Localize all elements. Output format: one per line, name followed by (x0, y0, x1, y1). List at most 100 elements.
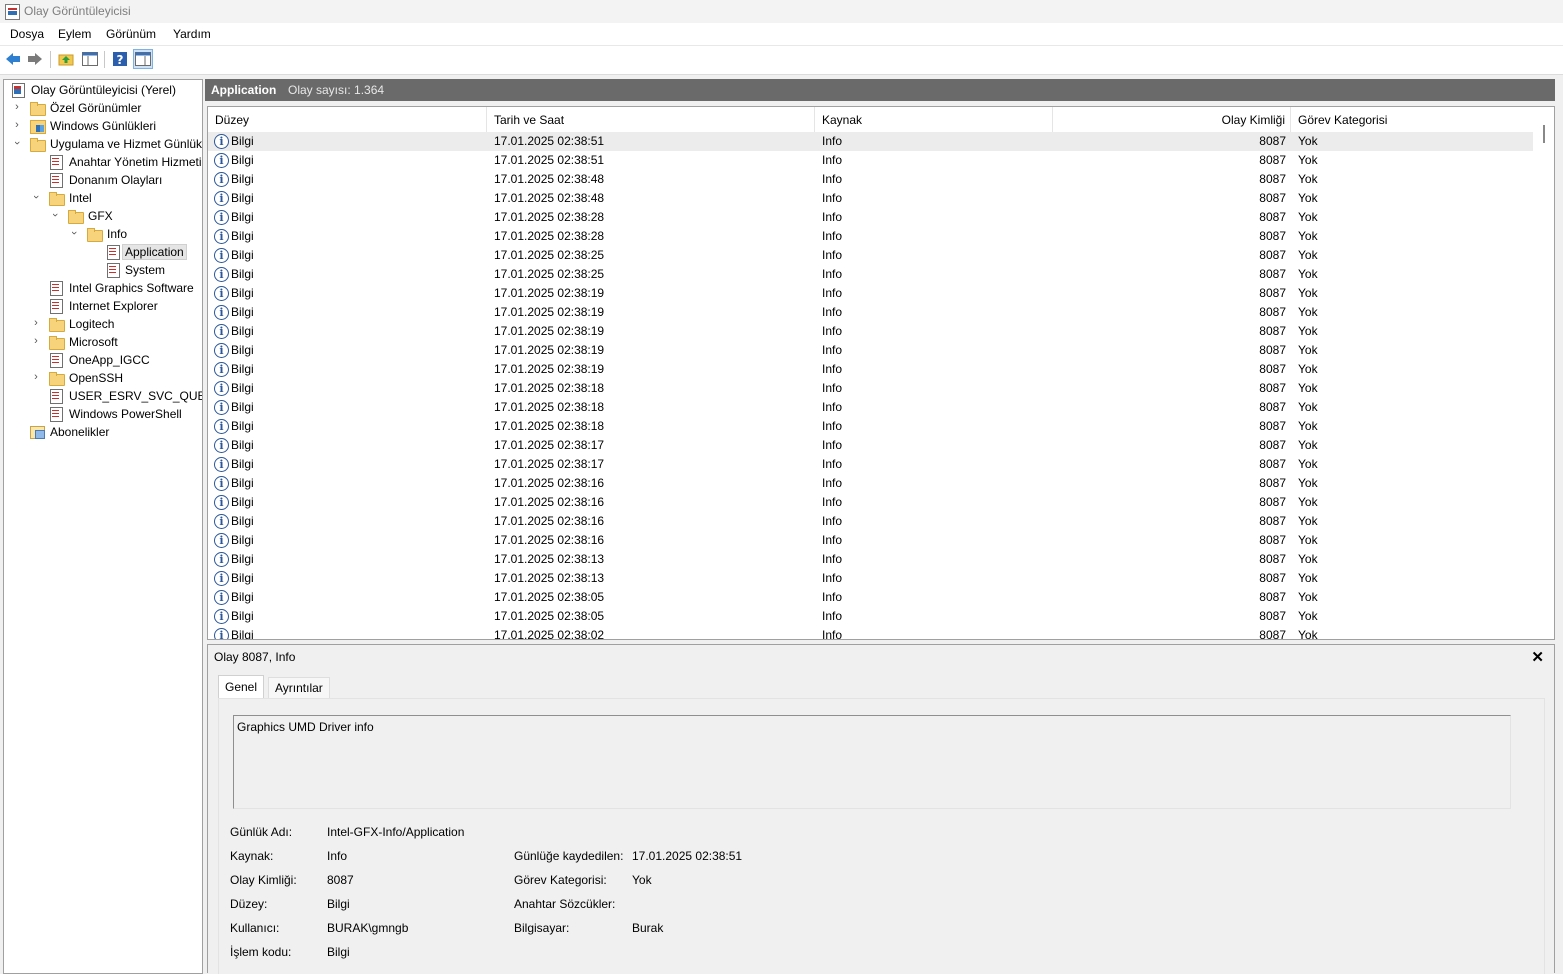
tree-node-microsoft[interactable]: › Microsoft (4, 333, 200, 351)
menu-dosya[interactable]: Dosya (10, 27, 44, 41)
column-header-task-category[interactable]: Görev Kategorisi (1291, 107, 1533, 132)
table-row[interactable]: i Bilgi 17.01.2025 02:38:19 Info 8087 Yok (208, 303, 1533, 322)
cell-task-category: Yok (1298, 134, 1318, 148)
menu-eylem[interactable]: Eylem (58, 27, 91, 41)
keywords-label: Anahtar Sözcükler: (514, 897, 616, 911)
cell-event-id: 8087 (1259, 134, 1286, 148)
column-header-level[interactable]: Düzey (208, 107, 487, 132)
cell-date: 17.01.2025 02:38:28 (494, 229, 605, 243)
tree-node-app-service-logs[interactable]: › Uygulama ve Hizmet Günlükleri (4, 135, 202, 153)
tree-node-subscriptions[interactable]: Abonelikler (4, 423, 200, 441)
table-row[interactable]: i Bilgi 17.01.2025 02:38:17 Info 8087 Yok (208, 455, 1533, 474)
tree-node-info[interactable]: › Info (4, 225, 200, 243)
tree-node-intel-graphics-software[interactable]: Intel Graphics Software (4, 279, 200, 297)
back-icon[interactable] (4, 50, 22, 68)
table-row[interactable]: i Bilgi 17.01.2025 02:38:16 Info 8087 Yok (208, 512, 1533, 531)
table-row[interactable]: i Bilgi 17.01.2025 02:38:48 Info 8087 Yok (208, 189, 1533, 208)
column-header-source[interactable]: Kaynak (815, 107, 1053, 132)
tab-genel[interactable]: Genel (218, 675, 265, 699)
table-row[interactable]: i Bilgi 17.01.2025 02:38:13 Info 8087 Yok (208, 550, 1533, 569)
chevron-right-icon[interactable]: › (31, 318, 41, 329)
cell-event-id: 8087 (1259, 533, 1286, 547)
cell-event-id: 8087 (1259, 628, 1286, 640)
event-message-box[interactable]: Graphics UMD Driver info (233, 715, 1511, 809)
cell-event-id: 8087 (1259, 381, 1286, 395)
column-header-event-id[interactable]: Olay Kimliği (1053, 107, 1291, 132)
chevron-right-icon[interactable]: › (31, 372, 41, 383)
info-icon: i (214, 248, 229, 263)
table-row[interactable]: i Bilgi 17.01.2025 02:38:28 Info 8087 Yok (208, 227, 1533, 246)
chevron-right-icon[interactable]: › (12, 102, 22, 113)
menu-yardim[interactable]: Yardım (173, 27, 211, 41)
table-row[interactable]: i Bilgi 17.01.2025 02:38:18 Info 8087 Yok (208, 398, 1533, 417)
table-row[interactable]: i Bilgi 17.01.2025 02:38:05 Info 8087 Yok (208, 588, 1533, 607)
tree-node-gfx[interactable]: › GFX (4, 207, 200, 225)
folder-icon (48, 316, 65, 332)
chevron-right-icon[interactable]: › (12, 120, 22, 131)
table-scrollbar[interactable] (1536, 107, 1553, 637)
table-row[interactable]: i Bilgi 17.01.2025 02:38:17 Info 8087 Yok (208, 436, 1533, 455)
table-row[interactable]: i Bilgi 17.01.2025 02:38:48 Info 8087 Yok (208, 170, 1533, 189)
chevron-down-icon[interactable]: › (68, 228, 80, 238)
cell-task-category: Yok (1298, 552, 1318, 566)
toolbar-separator (50, 51, 51, 68)
table-row[interactable]: i Bilgi 17.01.2025 02:38:05 Info 8087 Yok (208, 607, 1533, 626)
tree-node-logitech[interactable]: › Logitech (4, 315, 200, 333)
tree-node-user-esrv[interactable]: USER_ESRV_SVC_QUEENCREEK (4, 387, 202, 405)
menu-gorunum[interactable]: Görünüm (106, 27, 156, 41)
cell-event-id: 8087 (1259, 362, 1286, 376)
tree-node-hardware-events[interactable]: Donanım Olayları (4, 171, 200, 189)
table-row[interactable]: i Bilgi 17.01.2025 02:38:25 Info 8087 Yok (208, 246, 1533, 265)
log-icon (48, 352, 64, 368)
help-icon[interactable]: ? (111, 50, 129, 68)
table-row[interactable]: i Bilgi 17.01.2025 02:38:16 Info 8087 Yok (208, 531, 1533, 550)
close-icon[interactable]: ✕ (1531, 648, 1544, 666)
tree-node-oneapp-igcc[interactable]: OneApp_IGCC (4, 351, 200, 369)
tree-node-custom-views[interactable]: › Özel Görünümler (4, 99, 200, 117)
cell-event-id: 8087 (1259, 438, 1286, 452)
tree-node-openssh[interactable]: › OpenSSH (4, 369, 200, 387)
tab-ayrintilar[interactable]: Ayrıntılar (268, 677, 330, 698)
table-row[interactable]: i Bilgi 17.01.2025 02:38:28 Info 8087 Yok (208, 208, 1533, 227)
table-row[interactable]: i Bilgi 17.01.2025 02:38:19 Info 8087 Yok (208, 341, 1533, 360)
action-pane-icon[interactable] (133, 49, 153, 69)
cell-level: Bilgi (231, 153, 254, 167)
chevron-down-icon[interactable]: › (49, 210, 61, 220)
tree-node-windows-logs[interactable]: › Windows Günlükleri (4, 117, 200, 135)
tree-node-internet-explorer[interactable]: Internet Explorer (4, 297, 200, 315)
tree-node-application[interactable]: Application (4, 243, 200, 261)
table-row[interactable]: i Bilgi 17.01.2025 02:38:02 Info 8087 Yok (208, 626, 1533, 640)
table-row[interactable]: i Bilgi 17.01.2025 02:38:51 Info 8087 Yok (208, 151, 1533, 170)
chevron-down-icon[interactable]: › (30, 192, 42, 202)
tree-node-windows-powershell[interactable]: Windows PowerShell (4, 405, 200, 423)
info-icon: i (214, 400, 229, 415)
table-row[interactable]: i Bilgi 17.01.2025 02:38:19 Info 8087 Yok (208, 284, 1533, 303)
table-row[interactable]: i Bilgi 17.01.2025 02:38:18 Info 8087 Yok (208, 417, 1533, 436)
tree-node-intel[interactable]: › Intel (4, 189, 200, 207)
table-row[interactable]: i Bilgi 17.01.2025 02:38:51 Info 8087 Yok (208, 132, 1533, 151)
cell-task-category: Yok (1298, 628, 1318, 640)
chevron-right-icon[interactable]: › (31, 336, 41, 347)
show-hide-tree-icon[interactable] (81, 50, 99, 68)
table-row[interactable]: i Bilgi 17.01.2025 02:38:25 Info 8087 Yok (208, 265, 1533, 284)
table-row[interactable]: i Bilgi 17.01.2025 02:38:19 Info 8087 Yok (208, 322, 1533, 341)
table-row[interactable]: i Bilgi 17.01.2025 02:38:19 Info 8087 Yok (208, 360, 1533, 379)
table-row[interactable]: i Bilgi 17.01.2025 02:38:13 Info 8087 Yok (208, 569, 1533, 588)
scrollbar-thumb[interactable] (1543, 125, 1545, 143)
tree-node-key-management[interactable]: Anahtar Yönetim Hizmeti (4, 153, 202, 171)
chevron-down-icon[interactable]: › (11, 138, 23, 148)
tree-node-root[interactable]: Olay Görüntüleyicisi (Yerel) (4, 81, 200, 99)
cell-source: Info (822, 362, 843, 376)
table-row[interactable]: i Bilgi 17.01.2025 02:38:18 Info 8087 Yok (208, 379, 1533, 398)
user-value: BURAK\gmngb (327, 921, 409, 935)
forward-icon[interactable] (26, 50, 44, 68)
up-folder-icon[interactable] (57, 50, 75, 68)
cell-task-category: Yok (1298, 305, 1318, 319)
tree-node-system[interactable]: System (4, 261, 200, 279)
level-value: Bilgi (327, 897, 350, 911)
table-row[interactable]: i Bilgi 17.01.2025 02:38:16 Info 8087 Yok (208, 493, 1533, 512)
cell-event-id: 8087 (1259, 210, 1286, 224)
table-row[interactable]: i Bilgi 17.01.2025 02:38:16 Info 8087 Yok (208, 474, 1533, 493)
column-header-date[interactable]: Tarih ve Saat (487, 107, 815, 132)
info-icon: i (214, 324, 229, 339)
